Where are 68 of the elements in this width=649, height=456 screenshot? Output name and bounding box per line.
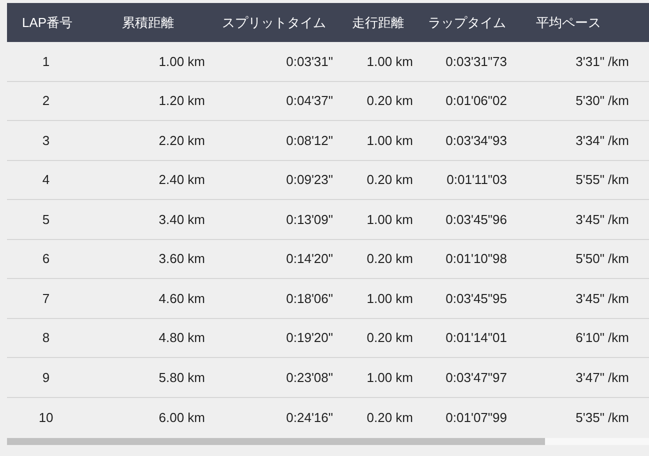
table-cell-text: 1.00 km — [366, 132, 414, 148]
table-cell-text: 4.80 km — [158, 330, 206, 346]
table-cell-text: 7 — [41, 290, 51, 306]
table-cell-text: 9 — [41, 370, 51, 385]
table-cell-text: 0:03'34"93 — [444, 132, 508, 148]
table-cell-text: 8 — [41, 330, 51, 346]
table-cell-text: 0:01'06"02 — [444, 93, 508, 108]
table-cell-text: 1 — [41, 54, 51, 69]
table-cell-text: 3'45" /km — [574, 290, 630, 306]
table-cell-text: 0:01'14"01 — [444, 330, 508, 346]
table-cell-text: 0:01'07"99 — [444, 410, 508, 425]
table-cell-text: 5'55" /km — [574, 172, 630, 188]
column-header: スプリットタイム — [221, 14, 327, 32]
table-cell-text: 0:23'08" — [285, 370, 334, 385]
table-cell-text: 0:24'16" — [285, 410, 334, 425]
table-cell-text: 0:18'06" — [285, 290, 334, 306]
table-cell-text: 1.20 km — [158, 93, 206, 108]
table-cell-text: 0:03'45"96 — [444, 212, 508, 227]
table-cell-text: 0.20 km — [366, 172, 414, 188]
table-cell-text: 5.80 km — [158, 370, 206, 385]
table-cell-text: 4 — [41, 172, 51, 188]
column-header: 累積距離 — [121, 14, 175, 32]
table-cell-text: 3'47" /km — [574, 370, 630, 385]
table-cell-text: 5'50" /km — [574, 251, 630, 266]
table-cell-text: 0:14'20" — [285, 251, 334, 266]
table-cell-text: 3.60 km — [158, 251, 206, 266]
table-cell-text: 4.60 km — [158, 290, 206, 306]
column-header: 走行距離 — [351, 14, 405, 32]
table-cell-text: 0:03'47"97 — [444, 370, 508, 385]
table-cell-text: 6 — [41, 251, 51, 266]
table-cell-text: 0:03'45"95 — [444, 290, 508, 306]
column-header: 平均ペース — [535, 14, 602, 32]
table-cell-text: 0:13'09" — [285, 212, 334, 227]
table-cell-text: 6.00 km — [158, 410, 206, 425]
table-cell-text: 0:09'23" — [285, 172, 334, 188]
table-cell-text: 0.20 km — [366, 410, 414, 425]
table-cell-text: 0:03'31"73 — [444, 54, 508, 69]
scrollbar-thumb[interactable] — [7, 438, 545, 445]
table-cell-text: 5 — [41, 212, 51, 227]
table-cell-text: 2 — [41, 93, 51, 108]
table-cell-text: 3.40 km — [158, 212, 206, 227]
table-cell-text: 0.20 km — [366, 93, 414, 108]
table-cell-text: 0:01'11"03 — [446, 172, 508, 188]
table-cell-text: 3'31" /km — [574, 54, 630, 69]
table-cell-text: 10 — [38, 410, 54, 425]
column-header: LAP番号 — [21, 14, 74, 32]
table-cell-text: 0:19'20" — [285, 330, 334, 346]
table-cell-text: 1.00 km — [158, 54, 206, 69]
table-cell-text: 0.20 km — [366, 251, 414, 266]
table-cell-text: 1.00 km — [366, 212, 414, 227]
table-cell-text: 3'45" /km — [574, 212, 630, 227]
table-cell-text: 5'35" /km — [574, 410, 630, 425]
table-cell-text: 2.40 km — [158, 172, 206, 188]
scrollbar-track[interactable] — [7, 438, 649, 445]
table-cell-text: 0:08'12" — [285, 132, 334, 148]
table-cell-text: 0:03'31" — [285, 54, 334, 69]
table-cell-text: 1.00 km — [366, 54, 414, 69]
table-cell-text: 3'34" /km — [574, 132, 630, 148]
table-cell-text: 3 — [41, 132, 51, 148]
table-cell-text: 6'10" /km — [574, 330, 630, 346]
table-cell-text: 0:01'10"98 — [444, 251, 508, 266]
table-cell-text: 1.00 km — [366, 290, 414, 306]
table-cell-text: 2.20 km — [158, 132, 206, 148]
table-cell-text: 5'30" /km — [574, 93, 630, 108]
table-cell-text: 1.00 km — [366, 370, 414, 385]
table-cell-text: 0:04'37" — [285, 93, 334, 108]
table-cell-text: 0.20 km — [366, 330, 414, 346]
column-header: ラップタイム — [427, 14, 507, 32]
